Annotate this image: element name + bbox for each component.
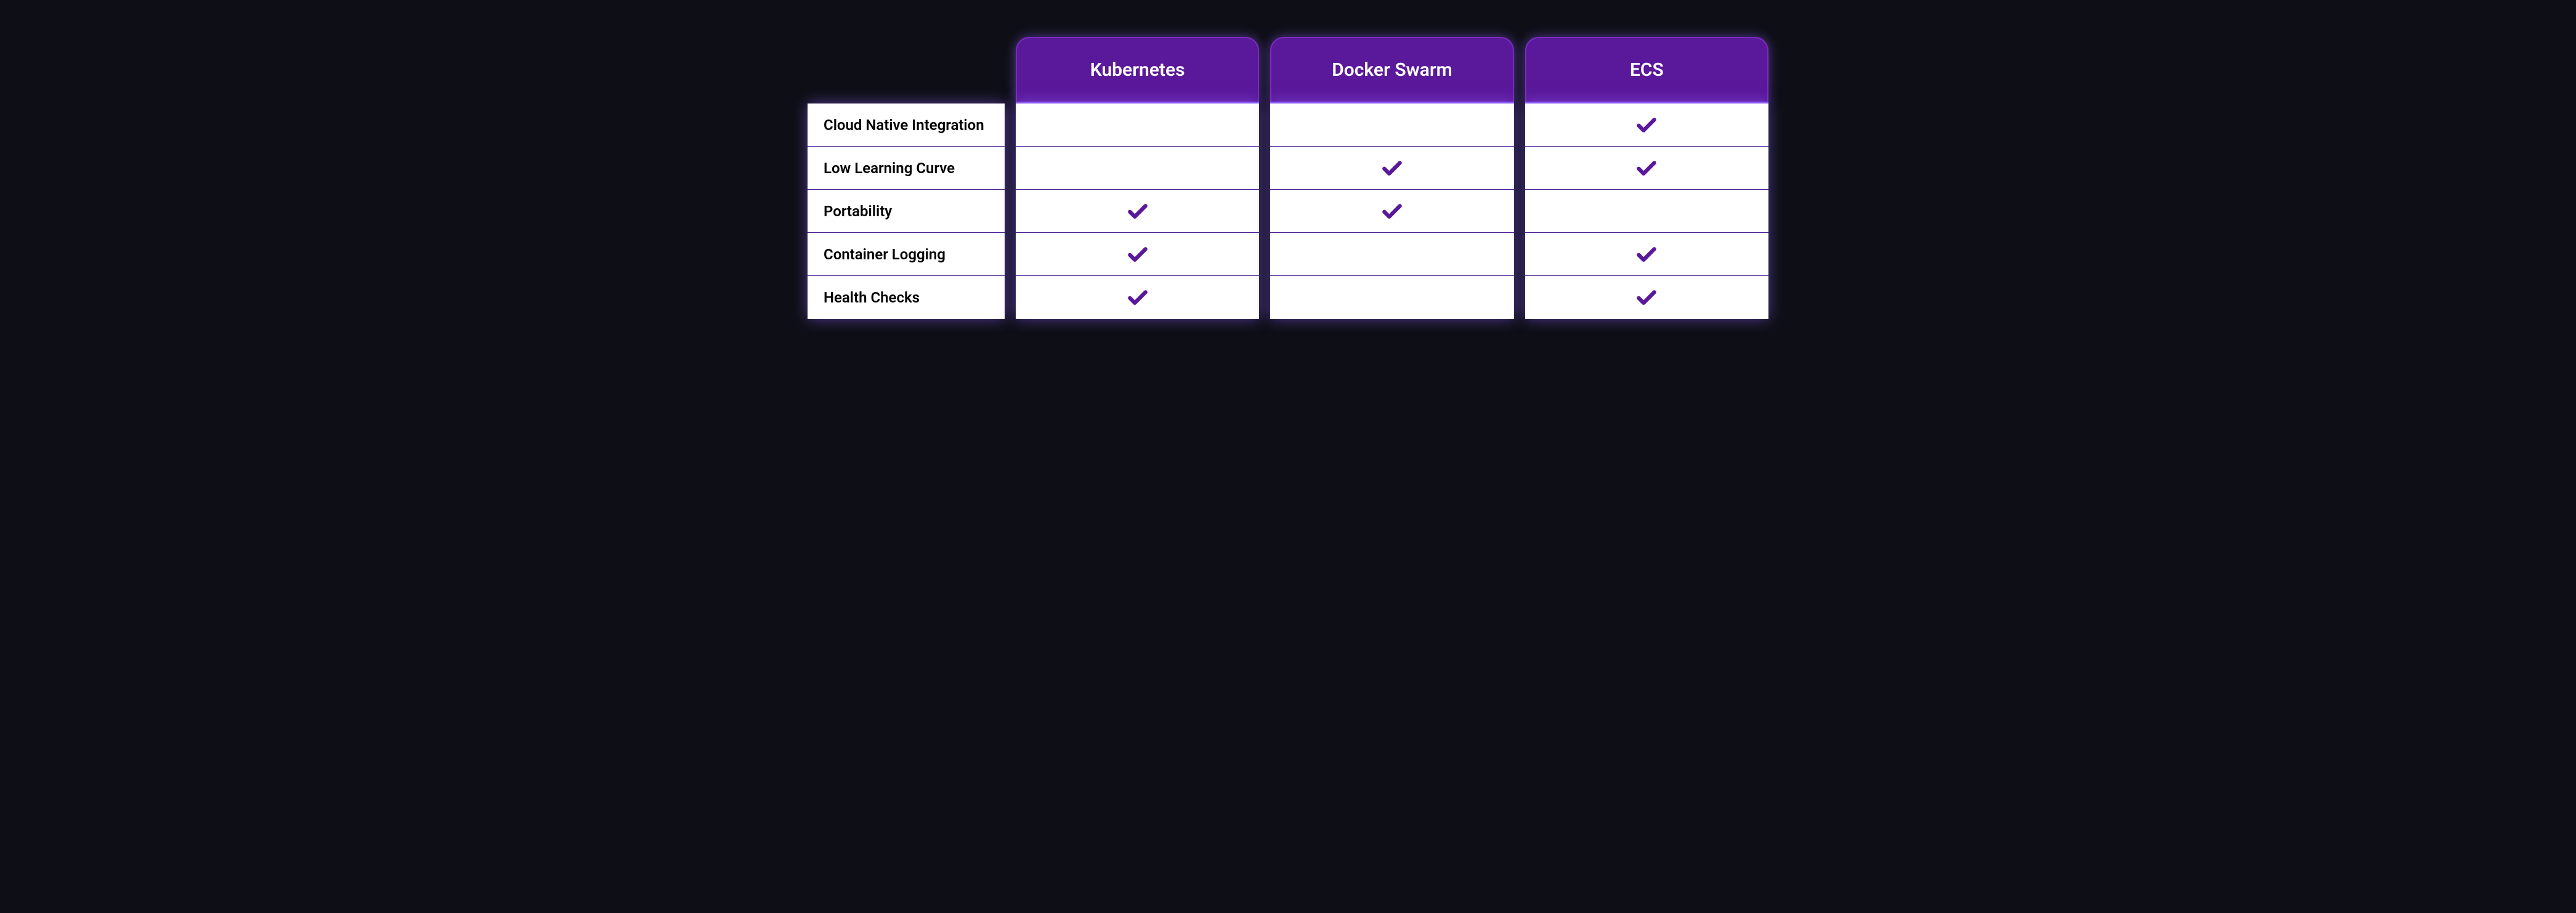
check-icon [1635,156,1658,180]
cell [1016,190,1259,233]
cell [1525,103,1768,147]
column-header: Docker Swarm [1270,37,1513,102]
column-docker-swarm: Docker Swarm [1270,37,1513,319]
column-kubernetes: Kubernetes [1016,37,1259,319]
cell [1270,147,1513,190]
cell [1016,233,1259,276]
cell [1270,276,1513,319]
check-icon [1635,113,1658,137]
column-header: ECS [1525,37,1768,102]
row-labels-column: Cloud Native Integration Low Learning Cu… [808,103,1005,319]
row-label: Low Learning Curve [808,147,1005,190]
cell [1525,233,1768,276]
check-icon [1126,200,1149,223]
cell [1525,190,1768,233]
row-label: Health Checks [808,276,1005,319]
comparison-table: Cloud Native Integration Low Learning Cu… [808,37,1768,319]
column-header: Kubernetes [1016,37,1259,102]
row-label: Container Logging [808,233,1005,276]
cell [1270,233,1513,276]
cell [1016,147,1259,190]
check-icon [1635,286,1658,309]
check-icon [1126,243,1149,266]
cell [1270,103,1513,147]
row-label: Portability [808,190,1005,233]
cell [1016,276,1259,319]
column-ecs: ECS [1525,37,1768,319]
cell [1016,103,1259,147]
cell [1270,190,1513,233]
check-icon [1635,243,1658,266]
check-icon [1380,156,1404,180]
cell [1525,276,1768,319]
cell [1525,147,1768,190]
check-icon [1126,286,1149,309]
row-label: Cloud Native Integration [808,103,1005,147]
check-icon [1380,200,1404,223]
